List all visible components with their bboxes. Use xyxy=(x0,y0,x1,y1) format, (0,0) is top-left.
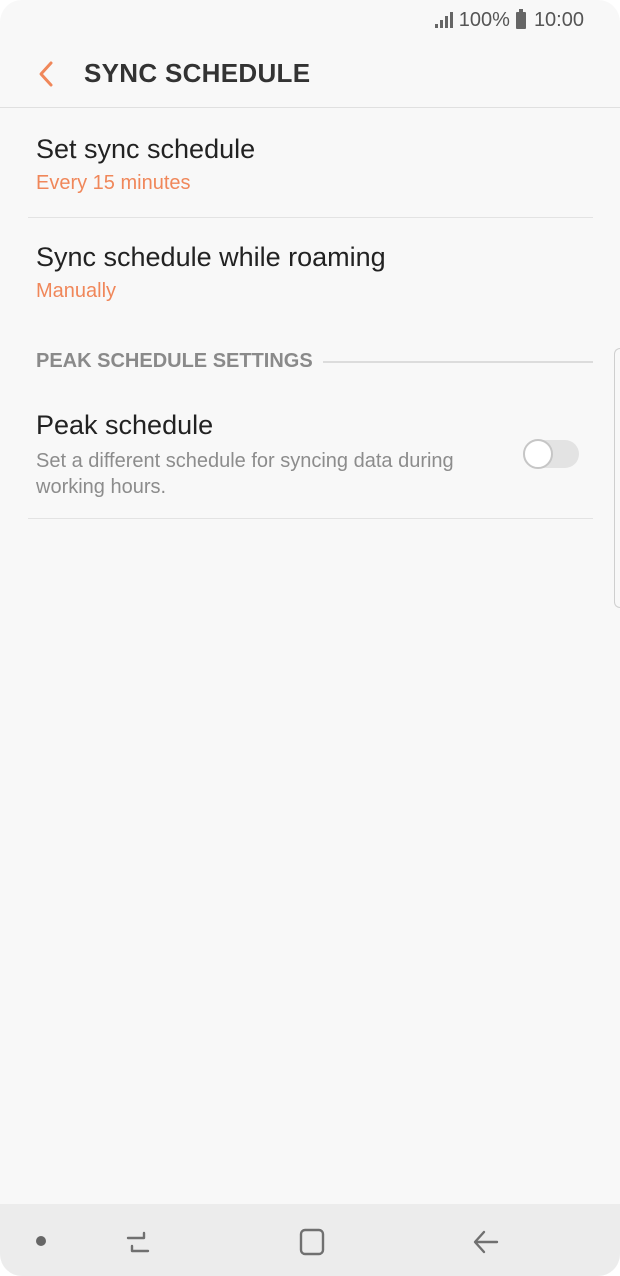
section-label: PEAK SCHEDULE SETTINGS xyxy=(36,350,313,372)
set-sync-schedule-value: Every 15 minutes xyxy=(36,172,191,194)
nav-indicator-dot xyxy=(36,1236,46,1246)
page-title: SYNC SCHEDULE xyxy=(84,58,311,88)
section-header-peak: PEAK SCHEDULE SETTINGS xyxy=(36,350,593,373)
app-bar: SYNC SCHEDULE xyxy=(0,40,620,108)
home-icon xyxy=(299,1228,325,1256)
roaming-sync-schedule-title: Sync schedule while roaming xyxy=(36,242,386,272)
scroll-indicator[interactable] xyxy=(614,348,620,608)
navigation-bar xyxy=(0,1204,620,1276)
clock: 10:00 xyxy=(533,8,584,31)
peak-schedule-title: Peak schedule xyxy=(36,410,214,440)
back-button[interactable] xyxy=(26,54,66,94)
peak-schedule-description: Set a different schedule for syncing dat… xyxy=(36,450,454,498)
roaming-sync-schedule-value: Manually xyxy=(36,280,117,302)
peak-schedule-item[interactable]: Peak schedule Set a different schedule f… xyxy=(28,392,593,519)
roaming-sync-schedule-item[interactable]: Sync schedule while roaming Manually xyxy=(28,218,593,326)
recent-apps-button[interactable] xyxy=(120,1224,156,1260)
set-sync-schedule-title: Set sync schedule xyxy=(36,134,256,164)
toggle-knob xyxy=(523,439,553,469)
settings-screen: 100% 10:00 SYNC SCHEDULE Set sync schedu… xyxy=(0,0,620,1276)
nav-back-button[interactable] xyxy=(468,1224,504,1260)
peak-schedule-toggle[interactable] xyxy=(523,439,579,469)
battery-percentage: 100% xyxy=(458,8,510,31)
status-bar: 100% 10:00 xyxy=(0,0,620,40)
set-sync-schedule-item[interactable]: Set sync schedule Every 15 minutes xyxy=(28,108,593,218)
chevron-left-icon xyxy=(39,61,53,86)
section-divider xyxy=(322,360,593,363)
signal-icon xyxy=(434,12,453,28)
back-icon xyxy=(473,1230,499,1254)
recent-apps-icon xyxy=(126,1231,150,1253)
battery-icon xyxy=(515,8,526,29)
home-button[interactable] xyxy=(294,1224,330,1260)
